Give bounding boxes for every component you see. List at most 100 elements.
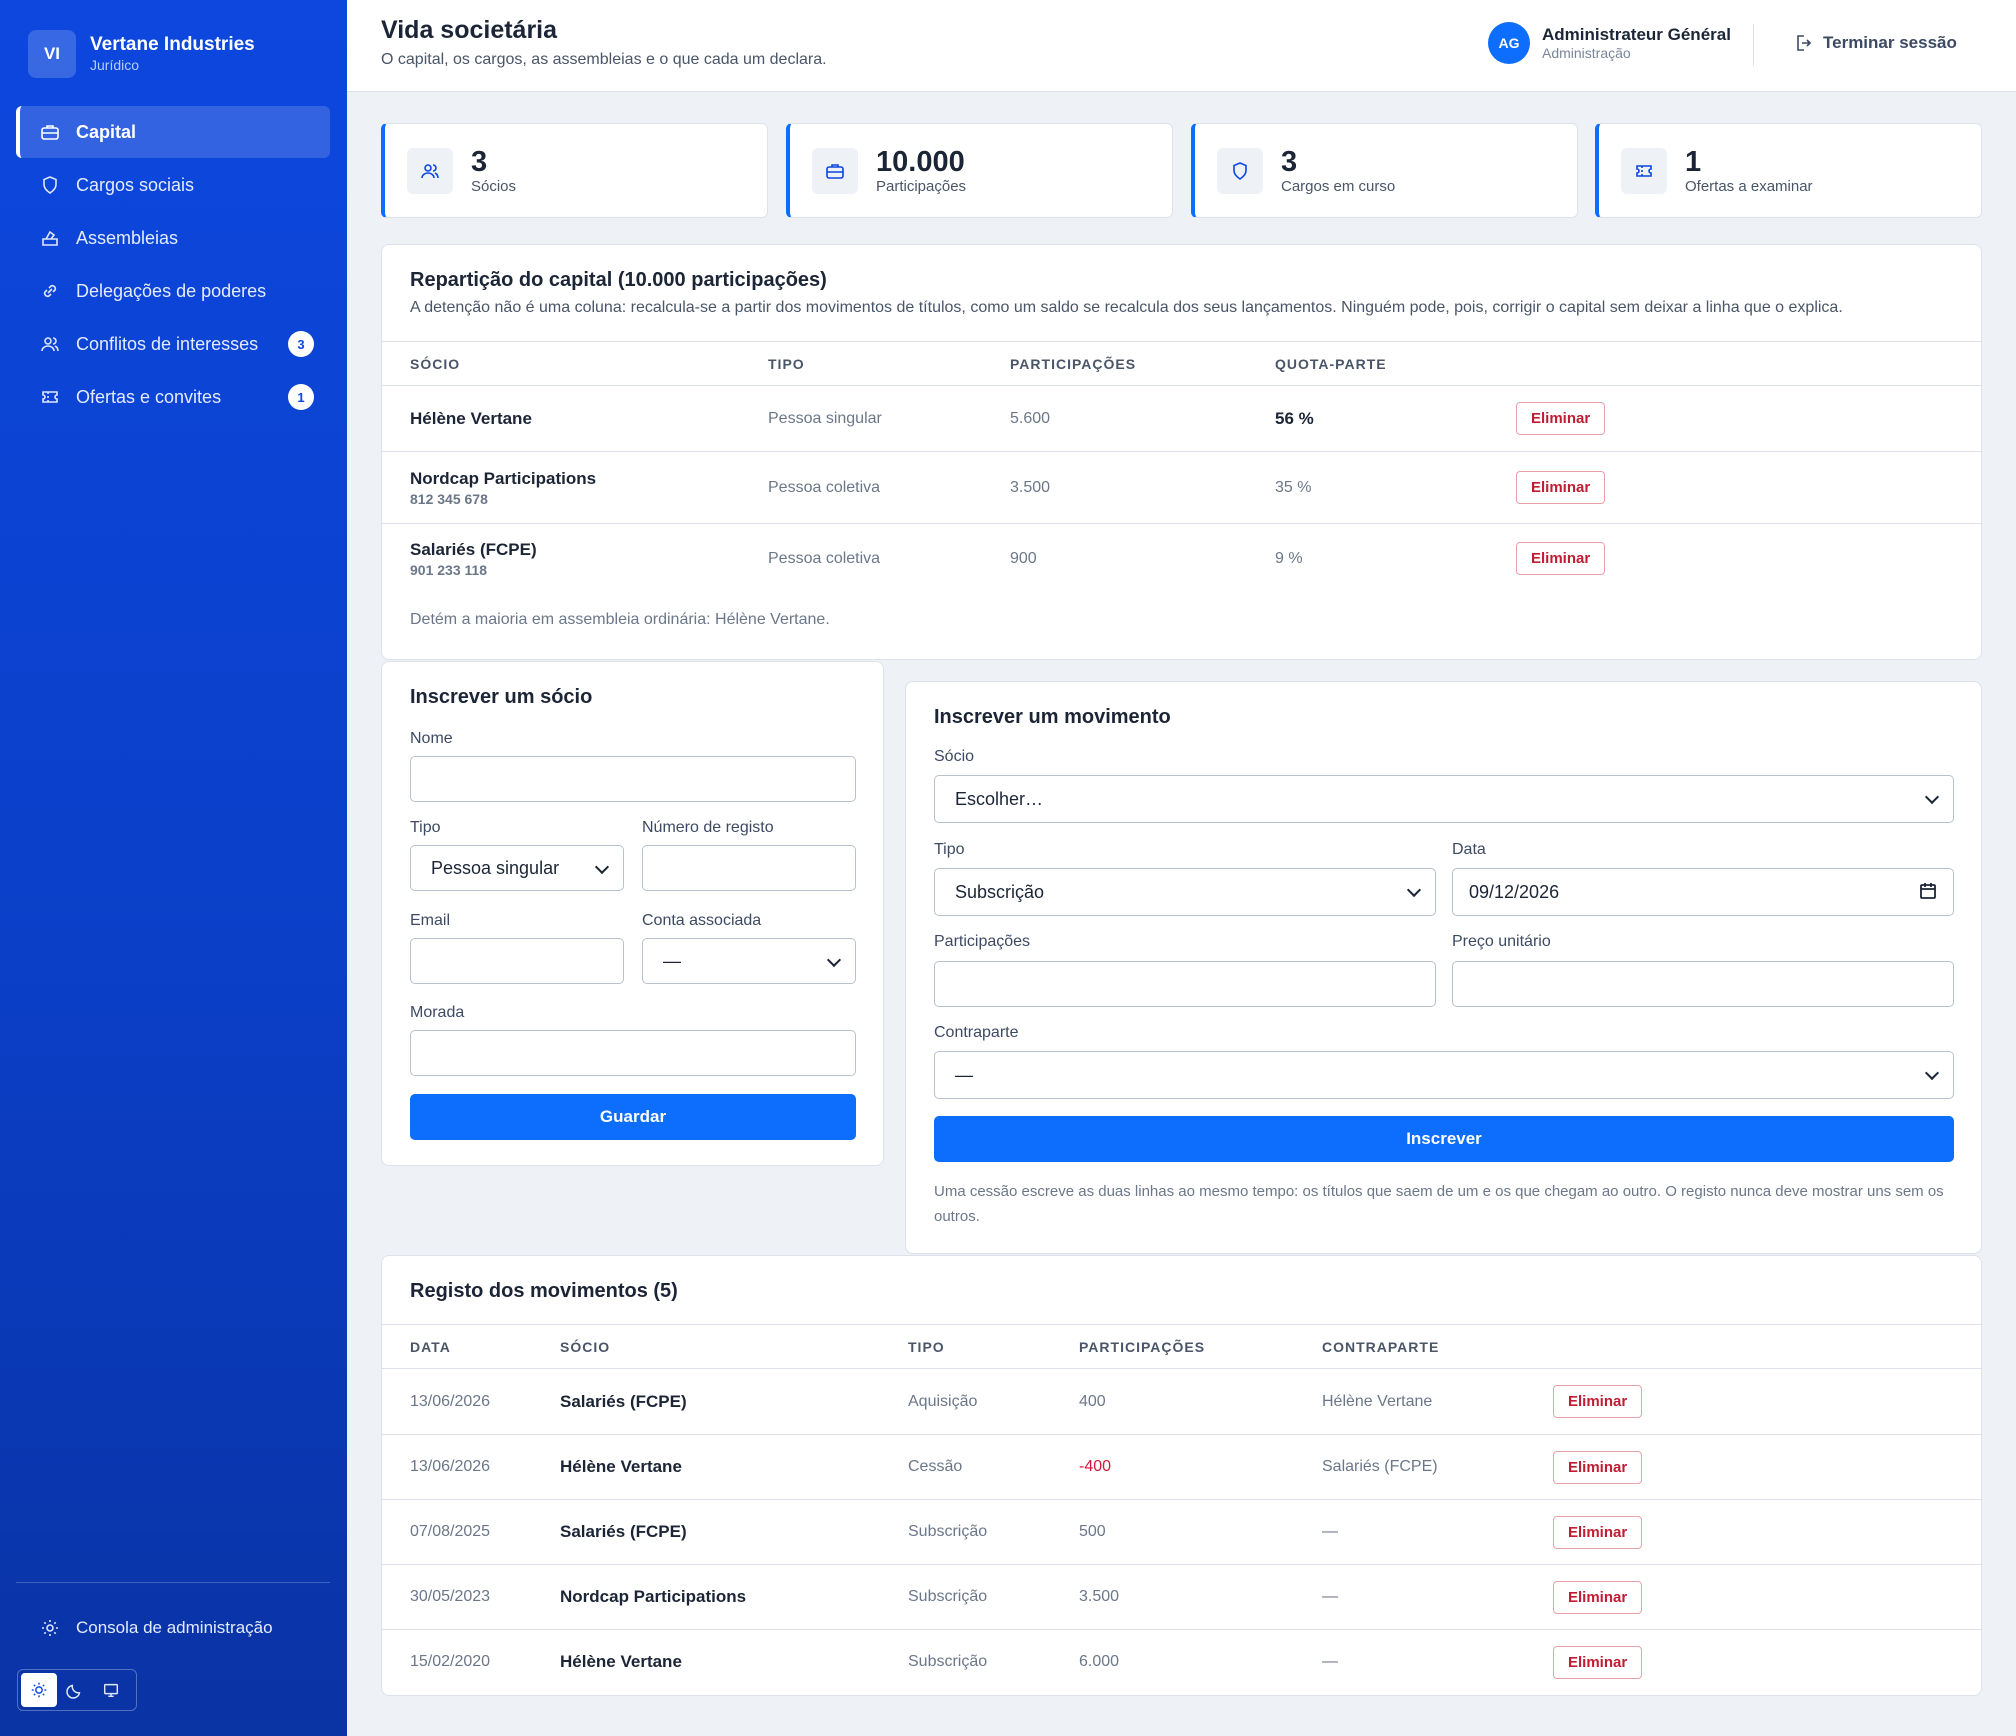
kpi-label: Participações <box>876 177 967 195</box>
users-icon <box>40 334 60 354</box>
name-label: Nome <box>410 730 453 747</box>
count-badge: 3 <box>288 331 314 357</box>
col-contraparte: CONTRAPARTE <box>1322 1324 1553 1369</box>
price-input[interactable] <box>1452 961 1954 1007</box>
delete-button[interactable]: Eliminar <box>1553 1385 1643 1418</box>
member-shares: 900 <box>1010 523 1275 594</box>
kpi-card-cargos: 3 Cargos em curso <box>1191 123 1578 218</box>
sidebar-item-delegacoes[interactable]: Delegações de poderes <box>16 265 330 317</box>
delete-button[interactable]: Eliminar <box>1516 542 1606 576</box>
type-select[interactable]: Pessoa singular <box>410 845 624 891</box>
sidebar-item-label: Assembleias <box>76 227 179 248</box>
calendar-icon[interactable] <box>1919 882 1937 905</box>
movement-type: Cessão <box>908 1434 1079 1500</box>
brand-logo: VI <box>28 30 76 78</box>
sidebar-item-label: Conflitos de interesses <box>76 333 259 354</box>
movement-date: 13/06/2026 <box>382 1434 560 1500</box>
delete-button[interactable]: Eliminar <box>1553 1645 1643 1679</box>
sidebar-item-label: Capital <box>76 121 137 142</box>
member-shares: 5.600 <box>1010 409 1051 427</box>
sidebar-nav: Capital Cargos sociais Assembleias Deleg… <box>16 106 330 424</box>
movement-type-select[interactable]: Subscrição <box>934 868 1436 916</box>
col-quota: QUOTA-PARTE <box>1275 341 1516 386</box>
sidebar-item-conflitos[interactable]: Conflitos de interesses 3 <box>16 318 330 370</box>
movement-shares: 400 <box>1079 1392 1106 1410</box>
light-theme-button[interactable] <box>21 1673 57 1707</box>
kpi-value: 1 <box>1685 145 1702 178</box>
capital-table: SÓCIO TIPO PARTICIPAÇÕES QUOTA-PARTE Hél… <box>382 341 1981 594</box>
col-socio: SÓCIO <box>560 1324 908 1369</box>
logout-label: Terminar sessão <box>1823 33 1957 52</box>
movement-type: Subscrição <box>908 1629 1079 1695</box>
sidebar-item-capital[interactable]: Capital <box>16 106 330 158</box>
movement-member: Hélène Vertane <box>560 1457 682 1476</box>
kpi-value: 3 <box>1281 145 1298 178</box>
save-button[interactable]: Guardar <box>410 1094 856 1140</box>
sidebar-item-label: Cargos sociais <box>76 174 195 195</box>
member-type: Pessoa coletiva <box>768 451 1010 524</box>
movement-member: Salariés (FCPE) <box>560 1522 687 1541</box>
member-percentage: 56 % <box>1275 408 1314 428</box>
dark-theme-button[interactable] <box>57 1673 93 1707</box>
date-value: 09/12/2026 <box>1469 881 1560 902</box>
user-menu[interactable]: AG Administrateur Général Administração <box>1488 22 1731 64</box>
kpi-label: Ofertas a examinar <box>1685 177 1813 195</box>
majority-note: Detém a maioria em assembleia ordinária:… <box>410 611 830 628</box>
table-row: 07/08/2025 Salariés (FCPE) Subscrição 50… <box>382 1499 1981 1565</box>
delete-button[interactable]: Eliminar <box>1553 1580 1643 1614</box>
delete-button[interactable]: Eliminar <box>1553 1450 1643 1484</box>
address-label: Morada <box>410 1004 465 1021</box>
admin-console-link[interactable]: Consola de administração <box>40 1618 273 1638</box>
kpi-label: Sócios <box>471 177 517 195</box>
system-theme-button[interactable] <box>93 1673 129 1707</box>
date-input[interactable]: 09/12/2026 <box>1452 868 1954 916</box>
sidebar-item-label: Ofertas e convites <box>76 386 222 407</box>
submit-movement-button[interactable]: Inscrever <box>934 1116 1954 1162</box>
sidebar-item-ofertas[interactable]: Ofertas e convites 1 <box>16 371 330 423</box>
member-form-panel: Inscrever um sócio Nome Tipo Pessoa sing… <box>381 661 884 1166</box>
counterparty-select[interactable]: — <box>934 1051 1954 1099</box>
member-select[interactable]: Escolher… <box>934 775 1954 823</box>
movements-panel: Registo dos movimentos (5) DATA SÓCIO TI… <box>381 1255 1982 1696</box>
email-field[interactable] <box>410 938 624 984</box>
account-select[interactable]: — <box>642 938 856 984</box>
delete-button[interactable]: Eliminar <box>1516 471 1606 504</box>
delete-button[interactable]: Eliminar <box>1516 402 1606 435</box>
sidebar-item-assembleias[interactable]: Assembleias <box>16 212 330 264</box>
name-input[interactable] <box>410 756 856 802</box>
page-title: Vida societária <box>381 16 558 44</box>
movement-member: Hélène Vertane <box>560 1652 682 1672</box>
col-socio: SÓCIO <box>382 341 768 386</box>
logout-button[interactable]: Terminar sessão <box>1795 33 1957 53</box>
shield-icon <box>1217 147 1263 194</box>
counterparty-label: Contraparte <box>934 1024 1019 1041</box>
table-row: 30/05/2023 Nordcap Participations Subscr… <box>382 1564 1981 1630</box>
movement-date: 15/02/2020 <box>382 1629 560 1695</box>
registration-input[interactable] <box>642 845 856 891</box>
link-icon <box>40 281 60 301</box>
sidebar-item-cargos[interactable]: Cargos sociais <box>16 159 330 211</box>
page-header: Vida societária O capital, os cargos, as… <box>347 0 2016 92</box>
member-type: Pessoa coletiva <box>768 523 1010 594</box>
sidebar-divider <box>16 1582 330 1583</box>
avatar: AG <box>1488 22 1530 64</box>
type-label: Tipo <box>410 819 441 836</box>
movement-counterparty: Salariés (FCPE) <box>1322 1434 1553 1500</box>
monitor-icon <box>103 1683 119 1698</box>
table-row: Salariés (FCPE) 901 233 118 Pessoa coleti… <box>382 523 1981 594</box>
brand[interactable]: VI Vertane Industries Jurídico <box>28 30 255 78</box>
shares-input[interactable] <box>934 961 1436 1007</box>
member-shares: 3.500 <box>1010 451 1275 524</box>
header-divider <box>1753 24 1754 66</box>
movement-member: Salariés (FCPE) <box>560 1391 687 1411</box>
address-input[interactable] <box>410 1030 856 1076</box>
shield-icon <box>40 175 60 195</box>
member-name: Hélène Vertane <box>410 408 532 428</box>
kpi-label: Cargos em curso <box>1281 177 1396 195</box>
page-subtitle: O capital, os cargos, as assembleias e o… <box>381 51 827 68</box>
moon-icon <box>66 1684 81 1699</box>
movement-shares: 500 <box>1079 1499 1322 1565</box>
delete-button[interactable]: Eliminar <box>1553 1515 1643 1549</box>
sidebar-item-label: Delegações de poderes <box>76 280 267 301</box>
movement-note: Uma cessão escreve as duas linhas ao mes… <box>934 1183 1944 1225</box>
